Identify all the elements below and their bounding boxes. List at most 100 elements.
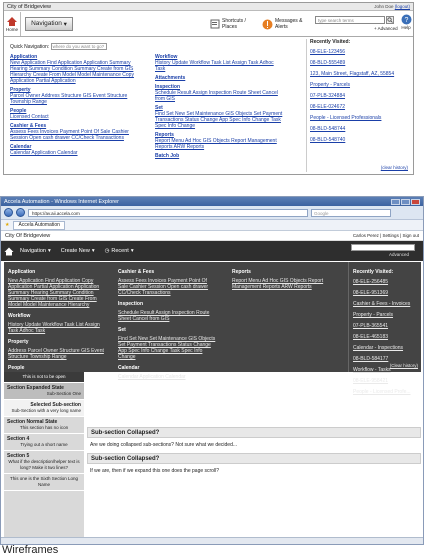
logout-link[interactable]: (logout) bbox=[395, 4, 410, 9]
menu-group-links[interactable]: Parcel Owner Address Structure GIS Event… bbox=[10, 93, 140, 105]
menu-group-links[interactable]: Licensed Contact bbox=[10, 114, 140, 120]
forward-icon[interactable] bbox=[16, 208, 25, 217]
recent-title: Recently Visited: bbox=[353, 269, 394, 275]
favorites-star-icon[interactable]: ★ bbox=[5, 222, 9, 228]
clock-icon: ◷ bbox=[104, 248, 110, 254]
side-section[interactable]: This one is the Sixth Section Long Name bbox=[4, 474, 84, 491]
close-button[interactable] bbox=[411, 198, 420, 205]
menu-group: Application New Application Find Applicat… bbox=[8, 269, 108, 308]
side-section-sub: Sub-Section One bbox=[46, 391, 81, 396]
menu-group-links[interactable]: Address Parcel Owner Structure GIS Event… bbox=[8, 348, 108, 360]
recent-item[interactable]: 08-BLD-584177 bbox=[353, 356, 421, 362]
help-label: Help bbox=[401, 25, 411, 30]
favorites-row: ★ Accela Automation bbox=[1, 220, 423, 231]
recent-item[interactable]: Calendar - Inspections bbox=[353, 345, 421, 351]
advanced-search-link[interactable]: + Advanced bbox=[374, 26, 398, 31]
menu-group-links[interactable]: Assess Fees Invoices Payment Point Of Sa… bbox=[118, 278, 218, 296]
side-section[interactable]: This is not to be open bbox=[4, 372, 84, 383]
chevron-down-icon: ▾ bbox=[91, 248, 95, 254]
recent-item[interactable]: 123, Main Street, Flagstaff, AZ, 55854 bbox=[310, 71, 411, 77]
side-section[interactable]: Selected Sub-section Sub-Section with a v… bbox=[4, 400, 84, 417]
menu-group-heading: People bbox=[8, 365, 25, 371]
advanced-search-link[interactable]: Advanced bbox=[389, 252, 409, 257]
global-search-input[interactable] bbox=[351, 244, 415, 251]
home-label: Home bbox=[5, 26, 18, 32]
navigation-button[interactable]: Navigation ▾ bbox=[25, 16, 73, 31]
menu-group-links[interactable]: Schedule Result Assign Inspection Route … bbox=[155, 90, 285, 102]
side-section[interactable]: Section Expanded State Sub-Section One bbox=[4, 383, 84, 400]
menu-group-links[interactable]: Assess Fees Invoices Payment Point Of Sa… bbox=[10, 129, 140, 141]
menu-group-links[interactable]: Find Set New Set Maintenance GIS Objects… bbox=[155, 111, 285, 129]
menu-group-heading[interactable]: Attachments bbox=[155, 75, 285, 81]
menu-column-1: Application New Application Find Applicat… bbox=[8, 269, 108, 385]
recent-item[interactable]: Property - Parcels bbox=[310, 82, 411, 88]
back-icon[interactable] bbox=[4, 208, 13, 217]
menu-group-links[interactable]: Report Menu Ad Hoc GIS Objects Report Ma… bbox=[155, 138, 285, 150]
clear-history-link[interactable]: (Clear history) bbox=[390, 363, 418, 369]
menu-group-links[interactable]: History Update Workflow Task List Assign… bbox=[155, 60, 285, 72]
address-row: https://av.aii.accela.com Google bbox=[1, 206, 423, 220]
recent-item[interactable]: 08-ELE-123456 bbox=[310, 49, 411, 55]
messages-button[interactable]: Messages & Alerts bbox=[262, 14, 307, 34]
side-section[interactable]: Section 5 What if the description/helper … bbox=[4, 451, 84, 474]
menu-group-links[interactable]: New Application Find Application Applica… bbox=[10, 60, 140, 84]
nav-recent[interactable]: ◷ Recent ▾ bbox=[105, 248, 134, 254]
shortcuts-button[interactable]: Shortcuts / Places bbox=[210, 14, 254, 34]
recent-item[interactable]: 07-PLB-324884 bbox=[310, 93, 411, 99]
nav-row: Home Navigation ▾ Shortcuts / Places Mes… bbox=[4, 11, 413, 37]
global-search-input[interactable]: type search terms bbox=[315, 16, 385, 24]
menu-group-links[interactable]: Calendar Application Calendar bbox=[10, 150, 140, 156]
subsection-header[interactable]: Sub-section Collapsed? bbox=[87, 427, 421, 438]
nav-create-new[interactable]: Create New ▾ bbox=[61, 248, 95, 254]
agency-name: City Of Bridgeview bbox=[5, 232, 51, 239]
menu-group-links[interactable]: Calendar Application Calendar bbox=[118, 374, 218, 380]
nav-navigation[interactable]: Navigation ▾ bbox=[20, 248, 51, 254]
home-button[interactable]: Home bbox=[4, 11, 21, 36]
search-button[interactable] bbox=[386, 16, 394, 24]
menu-group-links[interactable]: Report Menu Ad Hoc GIS Objects Report Ma… bbox=[232, 278, 332, 290]
menu-column-2: Workflow History Update Workflow Task Lis… bbox=[155, 54, 285, 162]
recent-item[interactable]: Cashier & Fees - Invoices bbox=[353, 301, 421, 307]
menu-group-links[interactable]: Find Set New Set Maintenance GIS Objects… bbox=[118, 336, 218, 360]
recent-item[interactable]: 08-BLD-555489 bbox=[310, 60, 411, 66]
recent-item[interactable]: 07-PLB-365541 bbox=[353, 323, 421, 329]
menu-group: Cashier & Fees Assess Fees Invoices Payme… bbox=[118, 269, 218, 296]
maximize-button[interactable] bbox=[401, 198, 410, 205]
menu-column-3: Reports Report Menu Ad Hoc GIS Objects Re… bbox=[232, 269, 332, 295]
browser-tab[interactable]: Accela Automation bbox=[13, 220, 65, 230]
dark-nav-bar: Navigation ▾ Create New ▾ ◷ Recent ▾ Advance… bbox=[1, 241, 423, 261]
menu-group-links[interactable]: History Update Workflow Task List Assign… bbox=[8, 322, 108, 334]
menu-group-links[interactable]: New Application Find Application Copy Ap… bbox=[8, 278, 108, 308]
nav-label: Recent bbox=[111, 248, 129, 254]
recent-item[interactable]: 08-BLD-548740 bbox=[310, 137, 411, 143]
recent-item[interactable]: 08-ELE-951369 bbox=[353, 290, 421, 296]
section-sidebar: This is not to be open Section Expanded … bbox=[4, 372, 84, 544]
subsection-text: If we are, then if we expand this one do… bbox=[90, 468, 219, 474]
recent-item[interactable]: People - Licensed Profe... bbox=[353, 389, 421, 395]
recent-item[interactable]: 08-ELE-465183 bbox=[353, 334, 421, 340]
recent-item[interactable]: 08-ELE-256485 bbox=[353, 279, 421, 285]
side-section[interactable]: Section Normal State This section has no … bbox=[4, 417, 84, 434]
recent-item[interactable]: People - Licensed Professionals bbox=[310, 115, 411, 121]
user-info: John Doe (logout) bbox=[374, 4, 410, 9]
side-section[interactable]: Section 4 Trying out a short name bbox=[4, 434, 84, 451]
minimize-button[interactable] bbox=[391, 198, 400, 205]
menu-group: Reports Report Menu Ad Hoc GIS Objects Re… bbox=[155, 132, 285, 150]
browser-search-input[interactable]: Google bbox=[311, 208, 391, 217]
recent-item[interactable]: 08-BLD-548744 bbox=[310, 126, 411, 132]
side-section-sub: What if the description/helper text is l… bbox=[8, 459, 80, 470]
menu-group-links[interactable]: Schedule Result Assign Inspection Route … bbox=[118, 310, 218, 322]
help-button[interactable]: ? Help bbox=[400, 14, 412, 35]
address-bar[interactable]: https://av.aii.accela.com bbox=[28, 208, 308, 217]
user-links[interactable]: Carlos Perez | Settings | Sign out bbox=[353, 233, 419, 238]
home-icon[interactable] bbox=[4, 247, 14, 256]
quicknav-input[interactable]: where do you want to go? bbox=[50, 43, 107, 50]
menu-group-heading[interactable]: Batch Job bbox=[155, 153, 285, 159]
subsection-header[interactable]: Sub-section Collapsed? bbox=[87, 453, 421, 464]
side-section-sub: Trying out a short name bbox=[20, 442, 68, 447]
recent-item[interactable]: 08-ELE-024672 bbox=[310, 104, 411, 110]
clear-history-link[interactable]: (clear history) bbox=[381, 165, 408, 170]
menu-group: Batch Job bbox=[155, 153, 285, 159]
recent-item[interactable]: Property - Parcels bbox=[353, 312, 421, 318]
recent-item[interactable]: 08-ELE-958421 bbox=[353, 378, 421, 384]
